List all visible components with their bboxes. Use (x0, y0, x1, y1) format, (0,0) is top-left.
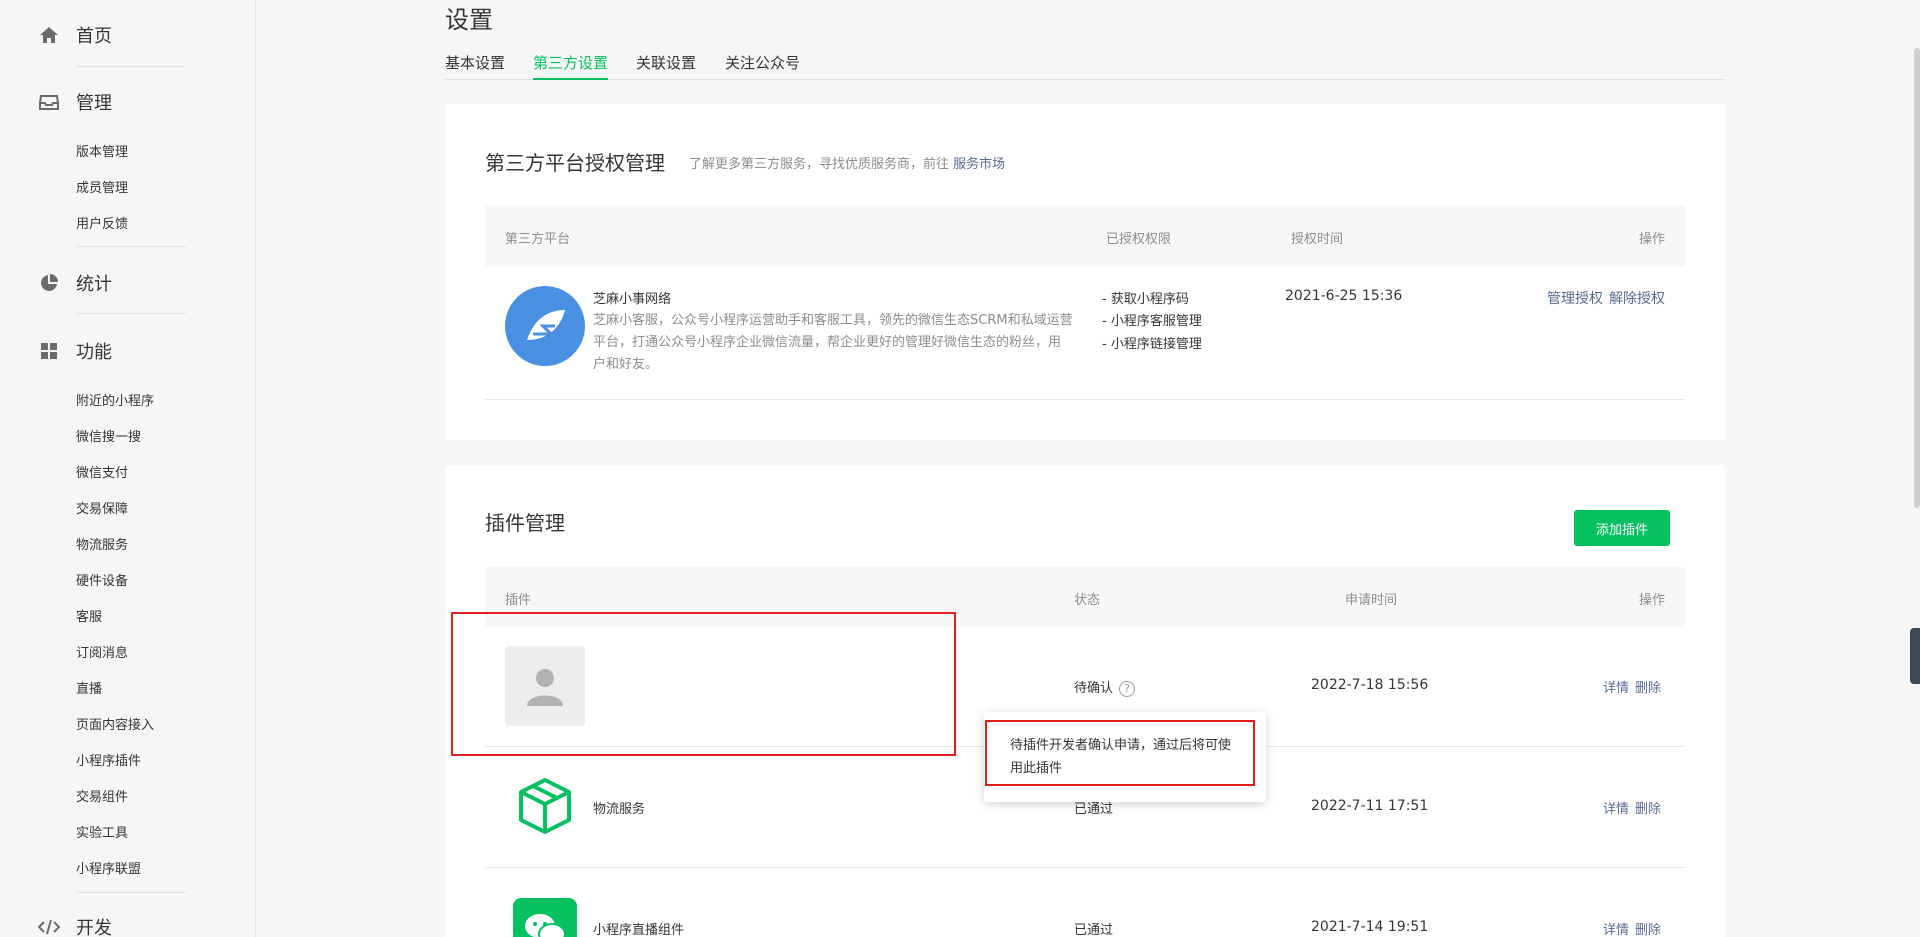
nav-features-label: 功能 (76, 342, 112, 363)
side-panel-handle[interactable] (1910, 628, 1920, 684)
third-party-hint: 了解更多第三方服务，寻找优质服务商，前往 服务市场 (689, 153, 1005, 172)
box-icon (515, 776, 575, 836)
tab-basic[interactable]: 基本设置 (445, 52, 505, 80)
nav-sub-hardware[interactable]: 硬件设备 (76, 570, 128, 589)
pie-chart-icon (38, 272, 60, 294)
plugin-status: 已通过 (1074, 923, 1114, 937)
apply-time: 2021-7-14 19:51 (1311, 919, 1429, 935)
third-party-title: 第三方平台授权管理 (485, 151, 665, 175)
nav-sub-guarantee[interactable]: 交易保障 (76, 498, 128, 517)
plugin-name: 物流服务 (593, 802, 646, 817)
tab-follow-account[interactable]: 关注公众号 (725, 52, 800, 80)
nav-divider (76, 66, 186, 67)
nav-stats-label: 统计 (76, 274, 112, 295)
third-party-table-header: 第三方平台 已授权权限 授权时间 操作 (485, 206, 1685, 266)
wechat-icon (513, 898, 577, 937)
platform-desc: 芝麻小客服，公众号小程序运营助手和客服工具，领先的微信生态SCRM和私域运营平台… (593, 313, 1073, 372)
page-title: 设置 (445, 6, 493, 34)
nav-sub-members[interactable]: 成员管理 (76, 177, 128, 196)
apply-time: 2022-7-11 17:51 (1311, 798, 1429, 814)
permission-item: - 小程序链接管理 (1102, 337, 1202, 352)
nav-sub-service[interactable]: 客服 (76, 606, 102, 625)
tab-linked[interactable]: 关联设置 (636, 52, 696, 80)
nav-divider (76, 246, 186, 247)
detail-link[interactable]: 详情 (1603, 798, 1629, 817)
highlight-box (451, 612, 956, 756)
nav-sub-logistics[interactable]: 物流服务 (76, 534, 128, 553)
hint-text: 了解更多第三方服务，寻找优质服务商，前往 (689, 157, 950, 172)
nav-stats[interactable]: 统计 (38, 270, 112, 296)
delete-link[interactable]: 删除 (1635, 919, 1661, 937)
permission-item: - 获取小程序码 (1102, 292, 1189, 307)
manage-auth-link[interactable]: 管理授权 (1547, 288, 1603, 308)
help-icon[interactable]: ? (1119, 680, 1136, 697)
nav-sub-plugin[interactable]: 小程序插件 (76, 750, 141, 769)
add-plugin-button[interactable]: 添加插件 (1574, 510, 1670, 546)
grid-icon (38, 340, 60, 362)
nav-divider (76, 313, 186, 314)
sidebar: 首页 管理 版本管理 成员管理 用户反馈 统计 功能 附近的小程序 微信搜一搜 … (0, 0, 256, 937)
th-actions: 操作 (1638, 232, 1665, 247)
th-status: 状态 (1074, 593, 1101, 608)
nav-dev[interactable]: 开发 (38, 914, 112, 937)
service-market-link[interactable]: 服务市场 (953, 157, 1005, 172)
apply-time: 2022-7-18 15:56 (1311, 677, 1429, 693)
scrollbar[interactable] (1914, 0, 1920, 937)
revoke-auth-link[interactable]: 解除授权 (1609, 288, 1665, 308)
nav-sub-alliance[interactable]: 小程序联盟 (76, 858, 141, 877)
nav-home[interactable]: 首页 (38, 22, 112, 48)
plugin-status: 待确认? (1074, 677, 1136, 697)
nav-sub-pay[interactable]: 微信支付 (76, 462, 128, 481)
nav-sub-search[interactable]: 微信搜一搜 (76, 426, 141, 445)
detail-link[interactable]: 详情 (1603, 677, 1629, 696)
code-icon (38, 916, 60, 937)
nav-sub-live[interactable]: 直播 (76, 678, 102, 697)
tab-third-party[interactable]: 第三方设置 (533, 52, 609, 80)
delete-link[interactable]: 删除 (1635, 798, 1661, 817)
th-permissions: 已授权权限 (1106, 232, 1172, 247)
row-divider (485, 867, 1685, 868)
auth-time: 2021-6-25 15:36 (1285, 288, 1403, 304)
delete-link[interactable]: 删除 (1635, 677, 1661, 696)
status-text: 待确认 (1074, 681, 1114, 696)
th-actions: 操作 (1638, 593, 1665, 608)
row-divider (485, 399, 1685, 400)
nav-sub-trade[interactable]: 交易组件 (76, 786, 128, 805)
platform-logo (505, 286, 585, 366)
nav-dev-label: 开发 (76, 918, 112, 937)
nav-sub-content[interactable]: 页面内容接入 (76, 714, 154, 733)
th-platform: 第三方平台 (505, 232, 571, 247)
highlight-box (985, 720, 1255, 786)
permission-item: - 小程序客服管理 (1102, 314, 1202, 329)
th-apply-time: 申请时间 (1345, 593, 1398, 608)
th-plugin: 插件 (505, 593, 532, 608)
plugin-name: 小程序直播组件 (593, 923, 685, 937)
home-icon (38, 24, 60, 46)
third-party-card: 第三方平台授权管理 了解更多第三方服务，寻找优质服务商，前往 服务市场 第三方平… (445, 104, 1725, 440)
nav-sub-feedback[interactable]: 用户反馈 (76, 213, 128, 232)
nav-features[interactable]: 功能 (38, 338, 112, 364)
detail-link[interactable]: 详情 (1603, 919, 1629, 937)
nav-sub-nearby[interactable]: 附近的小程序 (76, 390, 154, 409)
nav-home-label: 首页 (76, 26, 112, 47)
nav-manage[interactable]: 管理 (38, 89, 112, 115)
scroll-thumb[interactable] (1914, 48, 1920, 508)
nav-sub-subscribe[interactable]: 订阅消息 (76, 642, 128, 661)
nav-manage-label: 管理 (76, 93, 112, 114)
inbox-icon (38, 91, 60, 113)
nav-divider (76, 892, 186, 893)
plugin-title: 插件管理 (485, 511, 565, 535)
th-auth-time: 授权时间 (1291, 232, 1344, 247)
platform-name: 芝麻小事网络 (593, 292, 672, 307)
tab-bar: 基本设置 第三方设置 关联设置 关注公众号 (445, 50, 1725, 80)
nav-sub-lab[interactable]: 实验工具 (76, 822, 128, 841)
nav-sub-version[interactable]: 版本管理 (76, 141, 128, 160)
